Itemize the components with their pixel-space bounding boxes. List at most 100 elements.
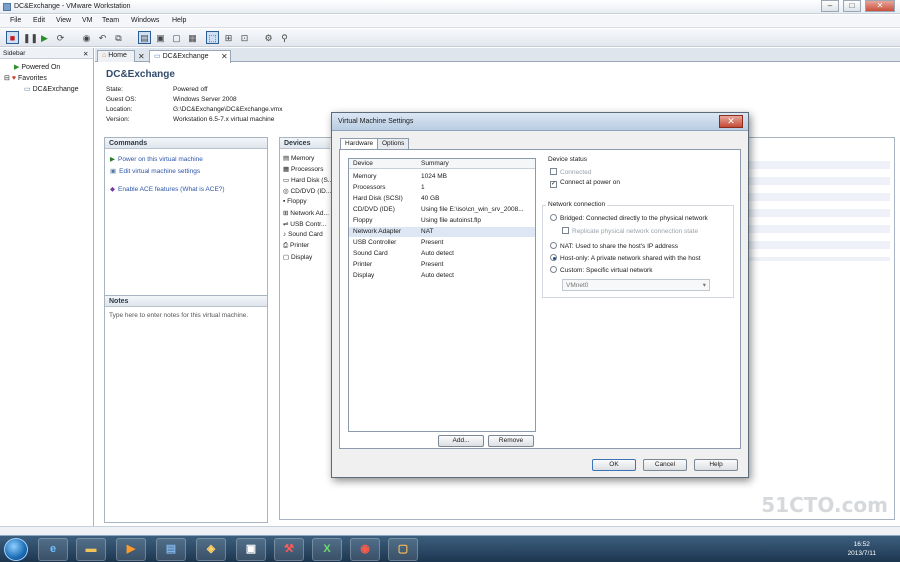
host-only-radio[interactable]: Host-only: A private network shared with… <box>550 254 701 262</box>
connect-icon[interactable]: ⚲ <box>278 31 291 44</box>
edit-settings-command[interactable]: ▣ Edit virtual machine settings <box>110 167 200 175</box>
device-row[interactable]: Floppy Using file autoinst.flp <box>349 216 535 226</box>
remove-device-button[interactable]: Remove <box>488 435 534 447</box>
summary-column-header[interactable]: Summary <box>421 160 449 167</box>
device-processors[interactable]: ▦ Processors <box>283 165 323 173</box>
device-list: Device Summary Memory 1024 MB Processors 1… <box>348 158 536 432</box>
tab-vm[interactable]: ▭ DC&Exchange <box>149 50 231 63</box>
quick-switch-icon[interactable]: ▣ <box>154 31 167 44</box>
device-row-selected[interactable]: Network Adapter NAT <box>349 227 535 237</box>
help-button[interactable]: Help <box>694 459 738 471</box>
connected-checkbox[interactable]: Connected <box>550 168 591 176</box>
tab-vm-close-icon[interactable]: ✕ <box>221 52 228 61</box>
menu-help[interactable]: Help <box>172 17 186 24</box>
device-memory[interactable]: ▤ Memory <box>283 154 314 162</box>
sidebar-close-icon[interactable]: ✕ <box>83 50 88 58</box>
device-printer[interactable]: ⎙ Printer <box>283 242 309 250</box>
device-display[interactable]: ▢ Display <box>283 253 312 261</box>
device-cd-dvd[interactable]: ◎ CD/DVD (ID... <box>283 187 331 195</box>
view-icon[interactable]: ⊡ <box>238 31 251 44</box>
add-device-button[interactable]: Add... <box>438 435 484 447</box>
graduation-icon[interactable]: ◈ <box>196 538 226 561</box>
menu-edit[interactable]: Edit <box>33 17 45 24</box>
terminal-icon[interactable]: ▣ <box>236 538 266 561</box>
tab-home[interactable]: ⌂ Home <box>97 50 135 62</box>
chrome-icon[interactable]: ◉ <box>350 538 380 561</box>
dialog-titlebar: Virtual Machine Settings ✕ <box>332 113 748 131</box>
file-explorer-icon[interactable]: ▬ <box>76 538 106 561</box>
connect-at-power-on-checkbox[interactable]: ✓ Connect at power on <box>550 179 620 188</box>
power-off-icon[interactable]: ■ <box>6 31 19 44</box>
tab-options[interactable]: Options <box>377 138 410 149</box>
vm-settings-dialog: Virtual Machine Settings ✕ Hardware Opti… <box>331 112 749 478</box>
toolbar: ■ ❚❚ ▶ ⟳ ◉ ↶ ⧉ ▤ ▣ ▢ ▦ ⬚ ⊞ ⊡ ⚙ ⚲ <box>0 29 900 47</box>
device-row[interactable]: Sound Card Auto detect <box>349 249 535 259</box>
device-floppy[interactable]: ▪ Floppy <box>283 198 307 205</box>
device-row[interactable]: CD/DVD (IDE) Using file E:\iso\cn_win_srv… <box>349 205 535 215</box>
device-row[interactable]: Printer Present <box>349 260 535 270</box>
document-icon[interactable]: ▤ <box>156 538 186 561</box>
excel-icon[interactable]: X <box>312 538 342 561</box>
preferences-icon[interactable]: ⚙ <box>262 31 275 44</box>
power-on-command[interactable]: ▶ Power on this virtual machine <box>110 155 203 163</box>
dialog-close-button[interactable]: ✕ <box>719 115 743 128</box>
device-hard-disk[interactable]: ▭ Hard Disk (S... <box>283 176 333 184</box>
menu-team[interactable]: Team <box>102 17 119 24</box>
sidebar-item-favorites[interactable]: ⊟ ♥ Favorites <box>4 74 47 82</box>
device-network[interactable]: ⊞ Network Ad... <box>283 209 329 217</box>
reset-icon[interactable]: ⟳ <box>54 31 67 44</box>
media-player-icon[interactable]: ▶ <box>116 538 146 561</box>
detail-value: Powered off <box>173 86 208 93</box>
power-on-icon[interactable]: ▶ <box>38 31 51 44</box>
nat-radio[interactable]: NAT: Used to share the host's IP address <box>550 242 678 250</box>
sidebar: Sidebar ✕ ▶ Powered On ⊟ ♥ Favorites ▭ DC&Ex… <box>0 48 94 526</box>
maximize-button[interactable]: □ <box>843 0 861 12</box>
vmware-taskbar-icon[interactable]: ▢ <box>388 538 418 561</box>
detail-key: State: <box>106 86 123 93</box>
tab-home-close-icon[interactable]: ✕ <box>138 52 145 61</box>
sidebar-item-powered-on[interactable]: ▶ Powered On <box>14 63 60 71</box>
system-clock[interactable]: 16:52 2013/7/11 <box>848 540 876 558</box>
show-sidebar-icon[interactable]: ▤ <box>138 31 151 44</box>
close-button[interactable]: ✕ <box>865 0 895 12</box>
checkmark-icon: ✓ <box>550 181 557 188</box>
revert-snapshot-icon[interactable]: ↶ <box>96 31 109 44</box>
internet-explorer-icon[interactable]: e <box>38 538 68 561</box>
device-row[interactable]: USB Controller Present <box>349 238 535 248</box>
full-screen-icon[interactable]: ⬚ <box>206 31 219 44</box>
start-button-icon[interactable] <box>4 538 28 561</box>
device-row[interactable]: Display Auto detect <box>349 271 535 281</box>
suspend-icon[interactable]: ❚❚ <box>22 31 38 44</box>
watermark-logo: 51CTO.com <box>761 493 888 517</box>
menu-file[interactable]: File <box>10 17 21 24</box>
menu-view[interactable]: View <box>56 17 71 24</box>
unity-icon[interactable]: ⊞ <box>222 31 235 44</box>
minimize-button[interactable]: – <box>821 0 839 12</box>
cancel-button[interactable]: Cancel <box>643 459 687 471</box>
snapshot-icon[interactable]: ◉ <box>80 31 93 44</box>
console-view-icon[interactable]: ▢ <box>170 31 183 44</box>
window-titlebar: DC&Exchange - VMware Workstation – □ ✕ <box>0 0 900 14</box>
sidebar-header: Sidebar ✕ <box>0 48 93 59</box>
notes-input[interactable]: Type here to enter notes for this virtua… <box>109 312 248 319</box>
device-usb[interactable]: ⇌ USB Contr... <box>283 220 326 228</box>
tool-icon[interactable]: ⚒ <box>274 538 304 561</box>
snapshot-manager-icon[interactable]: ⧉ <box>112 31 125 44</box>
device-sound[interactable]: ♪ Sound Card <box>283 231 323 238</box>
custom-network-select[interactable]: VMnet0 ▾ <box>562 279 710 291</box>
device-row[interactable]: Hard Disk (SCSI) 40 GB <box>349 194 535 204</box>
sidebar-item-vm[interactable]: ▭ DC&Exchange <box>24 85 79 93</box>
bridged-radio[interactable]: Bridged: Connected directly to the physi… <box>550 214 708 222</box>
thumbnail-bar-icon[interactable]: ▦ <box>186 31 199 44</box>
menu-windows[interactable]: Windows <box>131 17 159 24</box>
ace-icon: ◆ <box>110 186 115 193</box>
menubar: File Edit View VM Team Windows Help <box>0 15 900 28</box>
device-row[interactable]: Memory 1024 MB <box>349 172 535 182</box>
device-column-header[interactable]: Device <box>353 160 373 167</box>
custom-radio[interactable]: Custom: Specific virtual network <box>550 266 652 274</box>
replicate-checkbox[interactable]: Replicate physical network connection st… <box>562 227 698 235</box>
ok-button[interactable]: OK <box>592 459 636 471</box>
menu-vm[interactable]: VM <box>82 17 93 24</box>
enable-ace-command[interactable]: ◆ Enable ACE features (What is ACE?) <box>110 185 225 193</box>
device-row[interactable]: Processors 1 <box>349 183 535 193</box>
